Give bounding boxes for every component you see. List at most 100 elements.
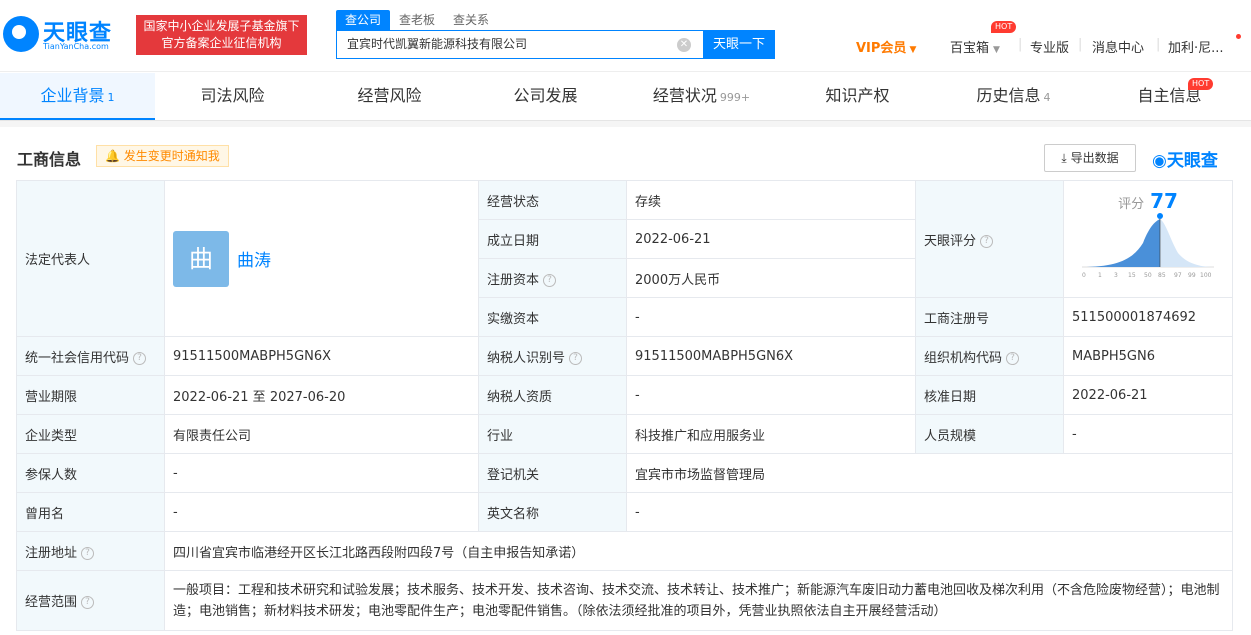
tab-development[interactable]: 公司发展	[468, 73, 623, 120]
clear-icon[interactable]: ✕	[677, 38, 691, 52]
tab-operation-risk[interactable]: 经营风险	[312, 73, 467, 120]
authority-value: 宜宾市市场监督管理局	[626, 453, 1233, 493]
brand-eye-icon: ◉	[1152, 151, 1167, 171]
download-icon: ⤓	[1061, 151, 1067, 165]
brand-text: 天眼查	[1166, 151, 1218, 171]
tab-count: 1	[107, 91, 115, 104]
scope-value: 一般项目：工程和技术研究和试验发展；技术服务、技术开发、技术咨询、技术交流、技术…	[164, 570, 1233, 631]
badge-line-1: 国家中小企业发展子基金旗下	[143, 19, 300, 33]
search-tab-relation[interactable]: 查关系	[444, 10, 498, 30]
reg-no-value: 511500001874692	[1063, 297, 1233, 337]
legal-rep-name[interactable]: 曲涛	[237, 251, 271, 271]
help-icon[interactable]: ?	[543, 273, 557, 287]
tick-label: 1	[1098, 272, 1102, 279]
remaining-area	[1160, 219, 1214, 267]
tick-label: 3	[1114, 272, 1118, 279]
term-label: 营业期限	[16, 375, 165, 415]
vip-link[interactable]: VIP会员 ▼	[856, 37, 916, 56]
search-tab-boss[interactable]: 查老板	[390, 10, 444, 30]
address-value: 四川省宜宾市临港经开区长江北路西段附四段7号（自主申报告知承诺）	[164, 531, 1233, 571]
tab-operation-status[interactable]: 经营状况 999+	[624, 73, 779, 120]
notify-button[interactable]: 🔔 发生变更时通知我	[96, 145, 229, 167]
tick-label: 50	[1144, 272, 1152, 279]
term-value: 2022-06-21 至 2027-06-20	[164, 375, 479, 415]
tick-label: 100	[1200, 272, 1212, 279]
industry-value: 科技推广和应用服务业	[626, 414, 916, 454]
help-icon[interactable]: ?	[81, 546, 95, 560]
tab-ip[interactable]: 知识产权	[780, 73, 935, 120]
score-ticks: 0 1 3 15 50 85 97 99 100	[1082, 272, 1212, 279]
hot-badge: HOT	[991, 21, 1017, 33]
tab-judicial-risk[interactable]: 司法风险	[155, 73, 310, 120]
address-label: 注册地址	[25, 545, 78, 561]
tab-count: 4	[1043, 91, 1051, 104]
business-info-table: 法定代表人 曲曲涛 经营状态 存续 天眼评分? 评分 77 0 1 3 15 50	[16, 180, 1233, 631]
tab-label: 知识产权	[825, 86, 890, 105]
help-icon[interactable]: ?	[569, 351, 583, 365]
section-separator	[0, 121, 1251, 127]
legal-rep-cell: 曲曲涛	[164, 180, 479, 337]
search-input[interactable]: 宜宾时代凯翼新能源科技有限公司	[336, 30, 703, 59]
score-value: 77	[1150, 189, 1178, 213]
taxpayer-label: 纳税人识别号	[487, 350, 566, 366]
taxpayer-value: 91511500MABPH5GN6X	[626, 336, 916, 376]
reg-cap-label-cell: 注册资本?	[478, 258, 627, 298]
score-text: 评分	[1118, 197, 1145, 212]
insured-label: 参保人数	[16, 453, 165, 493]
help-icon[interactable]: ?	[81, 596, 95, 609]
credit-value: 91511500MABPH5GN6X	[164, 336, 479, 376]
score-label-cell: 天眼评分?	[915, 180, 1064, 298]
score-cell: 评分 77 0 1 3 15 50 85 97 99 100	[1063, 180, 1233, 298]
caret-down-icon: ▼	[993, 45, 1000, 55]
bell-icon: 🔔	[105, 149, 120, 163]
treasure-menu[interactable]: 百宝箱 ▼	[950, 37, 1000, 56]
reg-no-label: 工商注册号	[915, 297, 1064, 337]
export-button[interactable]: ⤓ 导出数据	[1044, 144, 1136, 172]
messages-link[interactable]: 消息中心	[1092, 37, 1144, 56]
insured-value: -	[164, 453, 479, 493]
pro-link[interactable]: 专业版	[1030, 37, 1069, 56]
help-icon[interactable]: ?	[1006, 351, 1020, 365]
found-value: 2022-06-21	[626, 219, 916, 259]
tick-label: 0	[1082, 272, 1086, 279]
tab-self-info[interactable]: 自主信息	[1092, 73, 1247, 120]
tick-label: 99	[1188, 272, 1196, 279]
scope-label: 经营范围	[25, 595, 78, 610]
help-icon[interactable]: ?	[133, 351, 147, 365]
staff-label: 人员规模	[915, 414, 1064, 454]
search-tab-company[interactable]: 查公司	[336, 10, 391, 30]
score-distribution-chart: 0 1 3 15 50 85 97 99 100	[1082, 213, 1214, 279]
en-label: 英文名称	[478, 492, 627, 532]
found-label: 成立日期	[478, 219, 627, 259]
authority-label: 登记机关	[478, 453, 627, 493]
tab-count: 999+	[719, 91, 751, 104]
industry-label: 行业	[478, 414, 627, 454]
export-label: 导出数据	[1070, 151, 1119, 165]
help-icon[interactable]: ?	[980, 234, 994, 248]
treasure-label: 百宝箱	[950, 41, 990, 56]
badge-line-2: 官方备案企业征信机构	[161, 36, 282, 50]
tab-label: 历史信息	[976, 86, 1041, 105]
tab-label: 公司发展	[513, 86, 578, 105]
avatar[interactable]: 曲	[173, 230, 229, 287]
tab-background[interactable]: 企业背景 1	[0, 73, 155, 120]
status-value: 存续	[626, 180, 916, 220]
site-logo[interactable]: 天眼查 TianYanCha.com	[3, 14, 129, 54]
search-button[interactable]: 天眼一下	[703, 30, 775, 59]
type-label: 企业类型	[16, 414, 165, 454]
user-menu[interactable]: 加利·尼...	[1168, 37, 1224, 56]
address-label-cell: 注册地址?	[16, 531, 165, 571]
search-type-tabs: 查公司 查老板 查关系	[336, 10, 498, 30]
tax-qual-value: -	[626, 375, 916, 415]
logo-eye-icon	[3, 16, 39, 52]
vip-label: VIP会员	[856, 41, 907, 56]
reg-cap-value: 2000万人民币	[626, 258, 916, 298]
former-label: 曾用名	[16, 492, 165, 532]
notify-label: 发生变更时通知我	[123, 149, 220, 163]
tab-history[interactable]: 历史信息 4	[936, 73, 1091, 120]
brand-watermark: ◉天眼查	[1152, 146, 1218, 171]
org-value: MABPH5GN6	[1063, 336, 1233, 376]
org-label-cell: 组织机构代码?	[915, 336, 1064, 376]
tax-qual-label: 纳税人资质	[478, 375, 627, 415]
tab-hot-badge: HOT	[1188, 78, 1214, 90]
